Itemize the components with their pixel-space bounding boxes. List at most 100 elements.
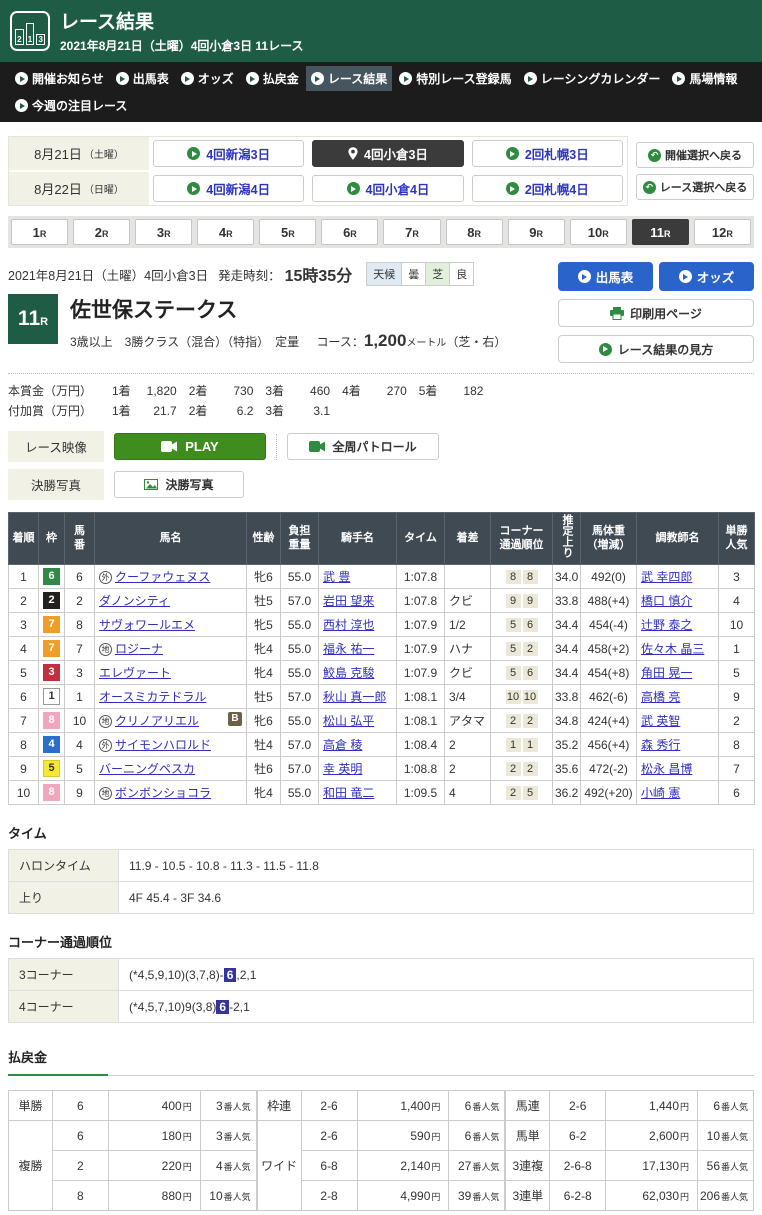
time: 1:07.9: [397, 661, 445, 685]
finish-position: 6: [9, 685, 39, 709]
horse-link[interactable]: オースミカテドラル: [99, 690, 206, 704]
nav-item-2[interactable]: オッズ: [176, 66, 239, 91]
payout-popularity: 6番人気: [449, 1091, 505, 1121]
race-tab-5r[interactable]: 5R: [259, 219, 316, 245]
odds-button[interactable]: オッズ: [659, 262, 754, 291]
horse-link[interactable]: バーニングペスカ: [99, 762, 195, 776]
jockey-link[interactable]: 松山 弘平: [323, 714, 374, 728]
chevron-circle-icon: [599, 343, 612, 356]
payout-table: 枠連2-61,400円6番人気ワイド2-6590円6番人気6-82,140円27…: [257, 1090, 506, 1211]
horse-link[interactable]: クリノアリエル: [115, 714, 199, 728]
nav-item-1[interactable]: 出馬表: [111, 66, 174, 91]
race-tab-8r[interactable]: 8R: [446, 219, 503, 245]
howto-button[interactable]: レース結果の見方: [558, 335, 754, 363]
bet-combination: 2-6: [550, 1091, 606, 1121]
time: 1:09.5: [397, 781, 445, 805]
horse-link[interactable]: サヴォワールエメ: [99, 618, 195, 632]
jockey-link[interactable]: 和田 竜二: [323, 786, 374, 800]
patrol-button[interactable]: 全周パトロール: [287, 433, 439, 460]
bred-mark: 地: [99, 715, 112, 728]
back-button[interactable]: ↶レース選択へ戻る: [636, 174, 754, 200]
race-tab-2r[interactable]: 2R: [73, 219, 130, 245]
jockey-link[interactable]: 西村 淳也: [323, 618, 374, 632]
time-row-value: 11.9 - 10.5 - 10.8 - 11.3 - 11.5 - 11.8: [119, 850, 754, 882]
print-button[interactable]: 印刷用ページ: [558, 299, 754, 327]
jockey-link[interactable]: 武 豊: [323, 570, 350, 584]
race-tab-11r[interactable]: 11R: [632, 219, 689, 245]
bet-combination: 2-8: [301, 1181, 357, 1211]
trainer-link[interactable]: 武 幸四郎: [641, 570, 692, 584]
meeting-button[interactable]: 4回小倉3日: [312, 140, 463, 167]
race-tab-4r[interactable]: 4R: [197, 219, 254, 245]
race-video-row: レース映像 PLAY 全周パトロール: [8, 431, 754, 462]
race-tab-7r[interactable]: 7R: [383, 219, 440, 245]
meeting-button[interactable]: 4回新潟4日: [153, 175, 304, 202]
photo-button[interactable]: 決勝写真: [114, 471, 244, 498]
horse-link[interactable]: クーファウェヌス: [115, 570, 210, 584]
nav-item-8[interactable]: 今週の注目レース: [10, 93, 132, 118]
meeting-button[interactable]: 2回札幌3日: [472, 140, 623, 167]
race-tab-3r[interactable]: 3R: [135, 219, 192, 245]
jockey-link[interactable]: 福永 祐一: [323, 642, 374, 656]
sex-age: 牝4: [247, 661, 281, 685]
bet-type: 枠連: [257, 1091, 301, 1121]
jockey-link[interactable]: 高倉 稜: [323, 738, 362, 752]
meeting-button[interactable]: 4回新潟3日: [153, 140, 304, 167]
meeting-cell: 2回札幌3日: [468, 137, 627, 170]
horse-link[interactable]: ボンボンショコラ: [115, 786, 211, 800]
race-tab-12r[interactable]: 12R: [694, 219, 751, 245]
nav-item-6[interactable]: レーシングカレンダー: [519, 66, 666, 91]
trainer-link[interactable]: 高橋 亮: [641, 690, 680, 704]
trainer-link[interactable]: 武 英智: [641, 714, 680, 728]
trainer-link[interactable]: 小崎 憲: [641, 786, 680, 800]
nav-item-5[interactable]: 特別レース登録馬: [394, 66, 516, 91]
nav-item-4[interactable]: レース結果: [306, 66, 392, 91]
nav-item-3[interactable]: 払戻金: [241, 66, 304, 91]
shutsuba-button[interactable]: 出馬表: [558, 262, 653, 291]
horse-weight: 492(0): [581, 565, 637, 589]
race-tab-9r[interactable]: 9R: [508, 219, 565, 245]
jockey-link[interactable]: 秋山 真一郎: [323, 690, 386, 704]
trainer-link[interactable]: 森 秀行: [641, 738, 680, 752]
corner-positions: 25: [491, 781, 553, 805]
sex-age: 牝5: [247, 613, 281, 637]
back-button[interactable]: ↶開催選択へ戻る: [636, 142, 754, 168]
bet-combination: 2-6-8: [550, 1151, 606, 1181]
nav-item-0[interactable]: 開催お知らせ: [10, 66, 109, 91]
horse-link[interactable]: エレヴァート: [99, 666, 171, 680]
bet-type: 単勝: [9, 1091, 53, 1121]
meeting-button[interactable]: 4回小倉4日: [312, 175, 463, 202]
meeting-button[interactable]: 2回札幌4日: [472, 175, 623, 202]
trainer-link[interactable]: 角田 晃一: [641, 666, 692, 680]
finish-position: 9: [9, 757, 39, 781]
trainer-link[interactable]: 橋口 慎介: [641, 594, 692, 608]
podium-123-icon: 213: [10, 11, 50, 51]
race-tab-10r[interactable]: 10R: [570, 219, 627, 245]
race-tab-1r[interactable]: 1R: [11, 219, 68, 245]
trainer-link[interactable]: 佐々木 晶三: [641, 642, 704, 656]
horse-link[interactable]: サイモンハロルド: [115, 738, 211, 752]
jockey-link[interactable]: 岩田 望来: [323, 594, 374, 608]
jockey-link[interactable]: 幸 英明: [323, 762, 362, 776]
payout-popularity: 6番人気: [698, 1091, 754, 1121]
printer-icon: [610, 307, 624, 320]
media-section: レース映像 PLAY 全周パトロール 決勝写真 決勝写真: [8, 431, 754, 500]
horse-name-cell: 外クーファウェヌス: [95, 565, 247, 589]
nav-item-label: 開催お知らせ: [32, 70, 104, 87]
nav-item-label: レース結果: [328, 70, 387, 87]
date-row: 8月21日（土曜）4回新潟3日4回小倉3日2回札幌3日: [9, 137, 627, 170]
frame-badge: 7: [43, 640, 60, 657]
win-favorite: 9: [719, 685, 755, 709]
results-row: 9 5 5 バーニングペスカ 牡6 57.0 幸 英明 1:08.8 2 22 …: [9, 757, 755, 781]
race-date: 2021年8月21日（土曜）4回小倉3日: [8, 265, 208, 284]
race-tab-6r[interactable]: 6R: [321, 219, 378, 245]
jockey-link[interactable]: 鮫島 克駿: [323, 666, 374, 680]
trainer-link[interactable]: 松永 昌博: [641, 762, 692, 776]
chevron-right-icon: [15, 99, 28, 112]
play-button[interactable]: PLAY: [114, 433, 266, 460]
horse-link[interactable]: ダノンシティ: [99, 594, 170, 608]
trainer-link[interactable]: 辻野 泰之: [641, 618, 692, 632]
nav-item-7[interactable]: 馬場情報: [667, 66, 742, 91]
payout-tables: 単勝6400円3番人気複勝6180円3番人気2220円4番人気8880円10番人…: [8, 1090, 754, 1211]
horse-link[interactable]: ロジーナ: [115, 642, 163, 656]
